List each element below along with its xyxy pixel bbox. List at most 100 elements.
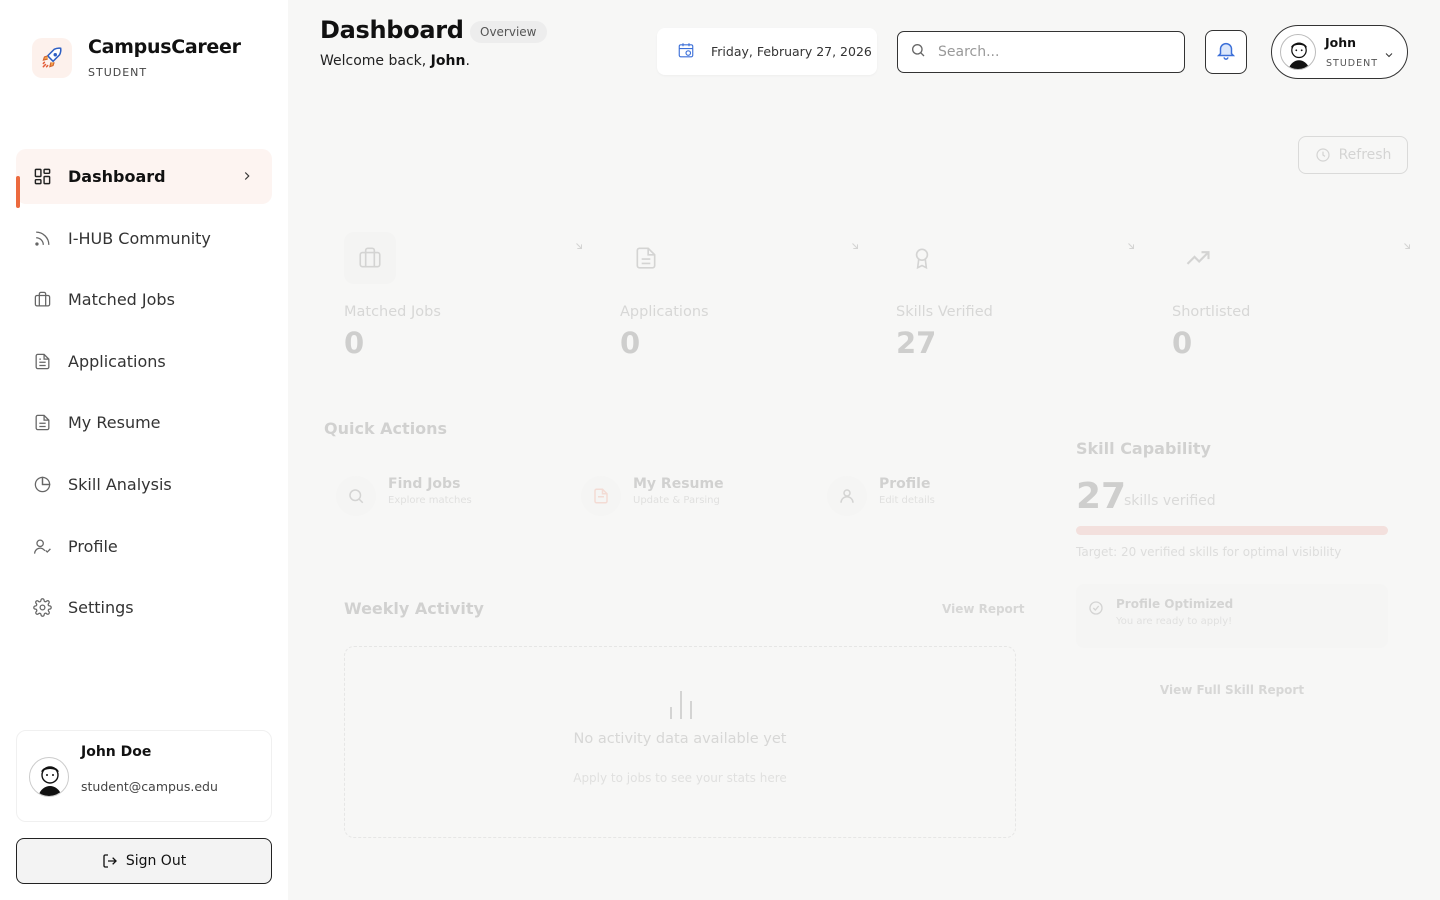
weekly-activity-title: Weekly Activity xyxy=(344,599,484,618)
stat-card-skills-verified[interactable]: Skills Verified 27 xyxy=(896,232,1136,362)
stat-value: 27 xyxy=(896,326,937,360)
search-icon xyxy=(336,476,376,516)
sign-out-button[interactable]: Sign Out xyxy=(16,838,272,884)
calendar-icon xyxy=(677,41,695,63)
avatar xyxy=(29,757,69,797)
sidebar: CampusCareer STUDENT Dashboard I-HUB Com… xyxy=(0,0,288,900)
empty-state-text: No activity data available yet xyxy=(573,731,787,747)
quick-action-profile[interactable]: Profile Edit details xyxy=(827,476,935,516)
welcome-text: Welcome back, John. xyxy=(320,53,470,69)
sidebar-item-applications[interactable]: Applications xyxy=(16,334,272,389)
stat-label: Skills Verified xyxy=(896,304,993,320)
sidebar-item-label: My Resume xyxy=(68,413,161,433)
view-full-skill-report-link[interactable]: View Full Skill Report xyxy=(1076,683,1388,697)
quick-action-label: Profile xyxy=(879,476,931,492)
check-circle-icon xyxy=(1088,600,1104,620)
quick-action-label: Find Jobs xyxy=(388,476,461,492)
skill-capability-title: Skill Capability xyxy=(1076,439,1211,458)
profile-menu[interactable]: John STUDENT xyxy=(1271,25,1408,79)
sidebar-item-dashboard[interactable]: Dashboard xyxy=(16,149,272,208)
sidebar-item-profile[interactable]: Profile xyxy=(16,519,272,574)
view-report-link[interactable]: View Report xyxy=(942,602,1024,616)
sidebar-item-label: Skill Analysis xyxy=(68,474,172,494)
stat-card-shortlisted[interactable]: Shortlisted 0 xyxy=(1172,232,1412,362)
stat-card-matched-jobs[interactable]: Matched Jobs 0 xyxy=(344,232,584,362)
date-text: Friday, February 27, 2026 xyxy=(711,44,872,59)
quick-action-sub: Edit details xyxy=(879,495,935,506)
search-input[interactable] xyxy=(938,44,1158,60)
file-icon xyxy=(581,476,621,516)
quick-action-label: My Resume xyxy=(633,476,724,492)
sidebar-item-skill-analysis[interactable]: Skill Analysis xyxy=(16,457,272,512)
stat-card-applications[interactable]: Applications 0 xyxy=(620,232,860,362)
profile-name: John xyxy=(1325,35,1357,50)
brand[interactable]: CampusCareer STUDENT xyxy=(32,36,241,79)
sidebar-item-label: Matched Jobs xyxy=(68,290,175,310)
rocket-icon xyxy=(32,37,72,78)
page-title: Dashboard xyxy=(320,16,464,44)
overview-badge: Overview xyxy=(470,21,547,43)
sidebar-item-my-resume[interactable]: My Resume xyxy=(16,395,272,450)
quick-actions-title: Quick Actions xyxy=(324,419,448,438)
sidebar-item-matched-jobs[interactable]: Matched Jobs xyxy=(16,272,272,327)
document-icon xyxy=(32,413,52,433)
skill-progress-bar xyxy=(1076,526,1388,535)
briefcase-icon xyxy=(32,290,52,310)
search-bar[interactable] xyxy=(897,31,1185,73)
sidebar-item-label: Profile xyxy=(68,536,118,556)
welcome-name: John xyxy=(430,53,466,69)
arrow-down-right-icon xyxy=(850,236,860,255)
quick-action-find-jobs[interactable]: Find Jobs Explore matches xyxy=(336,476,472,516)
file-icon xyxy=(32,351,52,371)
grid-icon xyxy=(32,167,52,187)
briefcase-icon xyxy=(344,232,396,284)
sidebar-item-label: Dashboard xyxy=(68,167,166,186)
sidebar-item-community[interactable]: I-HUB Community xyxy=(16,211,272,266)
weekly-activity-chart: No activity data available yet Apply to … xyxy=(344,646,1016,838)
stat-value: 0 xyxy=(344,326,365,360)
refresh-button[interactable]: Refresh xyxy=(1298,136,1408,174)
arrow-down-right-icon xyxy=(574,236,584,255)
brand-name: CampusCareer xyxy=(88,36,241,58)
sign-out-label: Sign Out xyxy=(125,853,187,869)
profile-optimized-title: Profile Optimized xyxy=(1116,597,1234,611)
bell-icon xyxy=(1215,39,1237,65)
rss-icon xyxy=(32,228,52,248)
arrow-down-right-icon xyxy=(1402,236,1412,255)
clock-icon xyxy=(1315,148,1330,162)
skill-progress-fill xyxy=(1076,526,1388,535)
quick-action-my-resume[interactable]: My Resume Update & Parsing xyxy=(581,476,724,516)
sidebar-item-settings[interactable]: Settings xyxy=(16,580,272,635)
user-check-icon xyxy=(32,536,52,556)
date-display: Friday, February 27, 2026 xyxy=(657,28,877,75)
avatar xyxy=(1280,34,1316,70)
gear-icon xyxy=(32,598,52,618)
sidebar-nav: Dashboard I-HUB Community Matched Jobs A… xyxy=(16,149,272,642)
stat-label: Applications xyxy=(620,304,709,320)
skill-unit: skills verified xyxy=(1124,493,1216,509)
trending-up-icon xyxy=(1172,232,1224,284)
skill-count: 27 xyxy=(1076,476,1127,517)
bar-chart-icon xyxy=(665,687,697,725)
stat-value: 0 xyxy=(620,326,641,360)
chevron-down-icon xyxy=(1383,46,1395,65)
quick-action-sub: Explore matches xyxy=(388,495,472,506)
user-name: John Doe xyxy=(81,744,152,760)
profile-optimized-sub: You are ready to apply! xyxy=(1116,616,1233,627)
user-card[interactable]: John Doe student@campus.edu xyxy=(16,730,272,822)
sidebar-item-label: I-HUB Community xyxy=(68,228,211,248)
profile-role: STUDENT xyxy=(1326,58,1379,69)
chevron-right-icon xyxy=(240,168,254,187)
logout-icon xyxy=(103,854,117,868)
brand-role: STUDENT xyxy=(88,66,148,79)
file-icon xyxy=(620,232,672,284)
profile-optimized-card: Profile Optimized You are ready to apply… xyxy=(1076,584,1388,648)
user-icon xyxy=(827,476,867,516)
stat-value: 0 xyxy=(1172,326,1193,360)
notifications-button[interactable] xyxy=(1205,30,1247,74)
quick-action-sub: Update & Parsing xyxy=(633,495,720,506)
user-email: student@campus.edu xyxy=(81,779,218,794)
award-icon xyxy=(896,232,948,284)
search-icon xyxy=(910,42,926,62)
stat-label: Matched Jobs xyxy=(344,304,441,320)
